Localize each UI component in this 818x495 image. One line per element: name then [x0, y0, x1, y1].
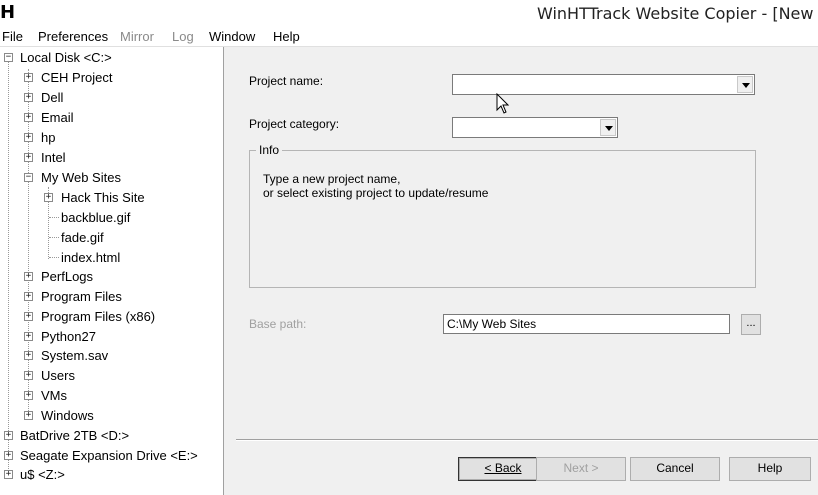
tree-item-label: backblue.gif: [61, 210, 131, 225]
tree-item-label: Users: [41, 368, 75, 383]
tree-item-label: Intel: [41, 150, 66, 165]
expand-icon[interactable]: +: [4, 451, 13, 460]
tree-item-label: Program Files: [41, 289, 122, 304]
cancel-button[interactable]: Cancel: [630, 457, 720, 481]
tree-item-label: Windows: [41, 408, 94, 423]
menu-log[interactable]: Log: [172, 29, 194, 45]
base-path-label: Base path:: [249, 317, 307, 331]
tree-item-seagate[interactable]: + Seagate Expansion Drive <E:>: [0, 447, 223, 465]
tree-item-program-files[interactable]: + Program Files: [0, 288, 223, 306]
back-button-label: < Back: [484, 461, 522, 475]
dropdown-arrow-icon[interactable]: [600, 119, 616, 136]
tree-item-label: Program Files (x86): [41, 309, 156, 324]
tree-item-label: Local Disk <C:>: [20, 50, 112, 65]
back-button[interactable]: < Back: [458, 457, 548, 481]
tree-item-label: Hack This Site: [61, 190, 145, 205]
tree-item-hack-this-site[interactable]: + Hack This Site: [0, 189, 223, 207]
tree-item-program-files-x86[interactable]: + Program Files (x86): [0, 308, 223, 326]
tree-item-label: index.html: [61, 250, 121, 265]
folder-tree[interactable]: − Local Disk <C:> + CEH Project + Dell +…: [0, 47, 224, 495]
help-button[interactable]: Help: [729, 457, 811, 481]
tree-item-python27[interactable]: + Python27: [0, 328, 223, 346]
tree-item-label: u$ <Z:>: [20, 467, 65, 482]
tree-item-label: VMs: [41, 388, 67, 403]
cancel-button-label: Cancel: [656, 461, 694, 475]
tree-item-label: fade.gif: [61, 230, 104, 245]
tree-item-label: Dell: [41, 90, 64, 105]
expand-icon[interactable]: +: [24, 332, 33, 341]
project-name-combobox[interactable]: [452, 74, 755, 95]
expand-icon[interactable]: +: [24, 371, 33, 380]
menu-window[interactable]: Window: [209, 29, 255, 45]
expand-icon[interactable]: +: [24, 391, 33, 400]
expand-icon[interactable]: +: [4, 470, 13, 479]
title-bar: H WinHTTrack Website Copier - [New Pr: [0, 0, 818, 27]
button-separator: [236, 439, 818, 441]
tree-item-vms[interactable]: + VMs: [0, 387, 223, 405]
tree-item-perflogs[interactable]: + PerfLogs: [0, 268, 223, 286]
expand-icon[interactable]: +: [24, 312, 33, 321]
expand-icon[interactable]: +: [24, 73, 33, 82]
next-button[interactable]: Next >: [536, 457, 626, 481]
tree-item-label: Email: [41, 110, 74, 125]
collapse-icon[interactable]: −: [24, 173, 33, 182]
project-name-label: Project name:: [249, 74, 324, 88]
menu-help[interactable]: Help: [273, 29, 300, 45]
tree-item-us[interactable]: + u$ <Z:>: [0, 466, 223, 484]
tree-item-fade[interactable]: fade.gif: [0, 229, 223, 247]
expand-icon[interactable]: +: [24, 292, 33, 301]
tree-item-backblue[interactable]: backblue.gif: [0, 209, 223, 227]
tree-item-batdrive[interactable]: + BatDrive 2TB <D:>: [0, 427, 223, 445]
menu-file[interactable]: File: [2, 29, 23, 45]
menu-bar: File Preferences Mirror Log Window Help: [0, 27, 818, 47]
info-group-title: Info: [256, 143, 283, 157]
expand-icon[interactable]: +: [24, 351, 33, 360]
tree-item-label: CEH Project: [41, 70, 113, 85]
collapse-icon[interactable]: −: [4, 53, 13, 62]
expand-icon[interactable]: +: [4, 431, 13, 440]
base-path-input[interactable]: C:\My Web Sites: [443, 314, 730, 334]
browse-button[interactable]: ...: [741, 314, 761, 335]
help-button-label: Help: [757, 461, 783, 475]
tree-item-local-disk[interactable]: − Local Disk <C:>: [0, 49, 223, 67]
info-text: Type a new project name, or select exist…: [263, 172, 488, 200]
info-line-2: or select existing project to update/res…: [263, 186, 489, 200]
tree-item-ceh-project[interactable]: + CEH Project: [0, 69, 223, 87]
info-line-1: Type a new project name,: [263, 172, 401, 186]
tree-item-label: PerfLogs: [41, 269, 94, 284]
mouse-pointer-icon: [496, 93, 510, 114]
expand-icon[interactable]: +: [44, 193, 53, 202]
tree-item-email[interactable]: + Email: [0, 109, 223, 127]
tree-item-label: Python27: [41, 329, 96, 344]
app-icon: H: [0, 2, 16, 23]
tree-item-users[interactable]: + Users: [0, 367, 223, 385]
tree-item-label: My Web Sites: [41, 170, 121, 185]
tree-item-my-web-sites[interactable]: − My Web Sites: [0, 169, 223, 187]
tree-item-index[interactable]: index.html: [0, 249, 223, 267]
expand-icon[interactable]: +: [24, 272, 33, 281]
expand-icon[interactable]: +: [24, 113, 33, 122]
tree-item-label: hp: [41, 130, 56, 145]
project-category-label: Project category:: [249, 117, 340, 131]
project-category-combobox[interactable]: [452, 117, 618, 138]
tree-item-windows[interactable]: + Windows: [0, 407, 223, 425]
info-groupbox: [249, 150, 756, 288]
tree-item-dell[interactable]: + Dell: [0, 89, 223, 107]
menu-preferences[interactable]: Preferences: [38, 29, 108, 45]
expand-icon[interactable]: +: [24, 133, 33, 142]
tree-item-intel[interactable]: + Intel: [0, 149, 223, 167]
window-title: WinHTTrack Website Copier - [New Pr: [537, 4, 818, 23]
dropdown-arrow-icon[interactable]: [737, 76, 753, 93]
expand-icon[interactable]: +: [24, 411, 33, 420]
next-button-label: Next >: [563, 461, 599, 475]
tree-item-system-sav[interactable]: + System.sav: [0, 347, 223, 365]
tree-item-label: System.sav: [41, 348, 109, 363]
menu-mirror[interactable]: Mirror: [120, 29, 154, 45]
tree-item-label: Seagate Expansion Drive <E:>: [20, 448, 198, 463]
expand-icon[interactable]: +: [24, 153, 33, 162]
expand-icon[interactable]: +: [24, 93, 33, 102]
tree-item-label: BatDrive 2TB <D:>: [20, 428, 130, 443]
tree-item-hp[interactable]: + hp: [0, 129, 223, 147]
